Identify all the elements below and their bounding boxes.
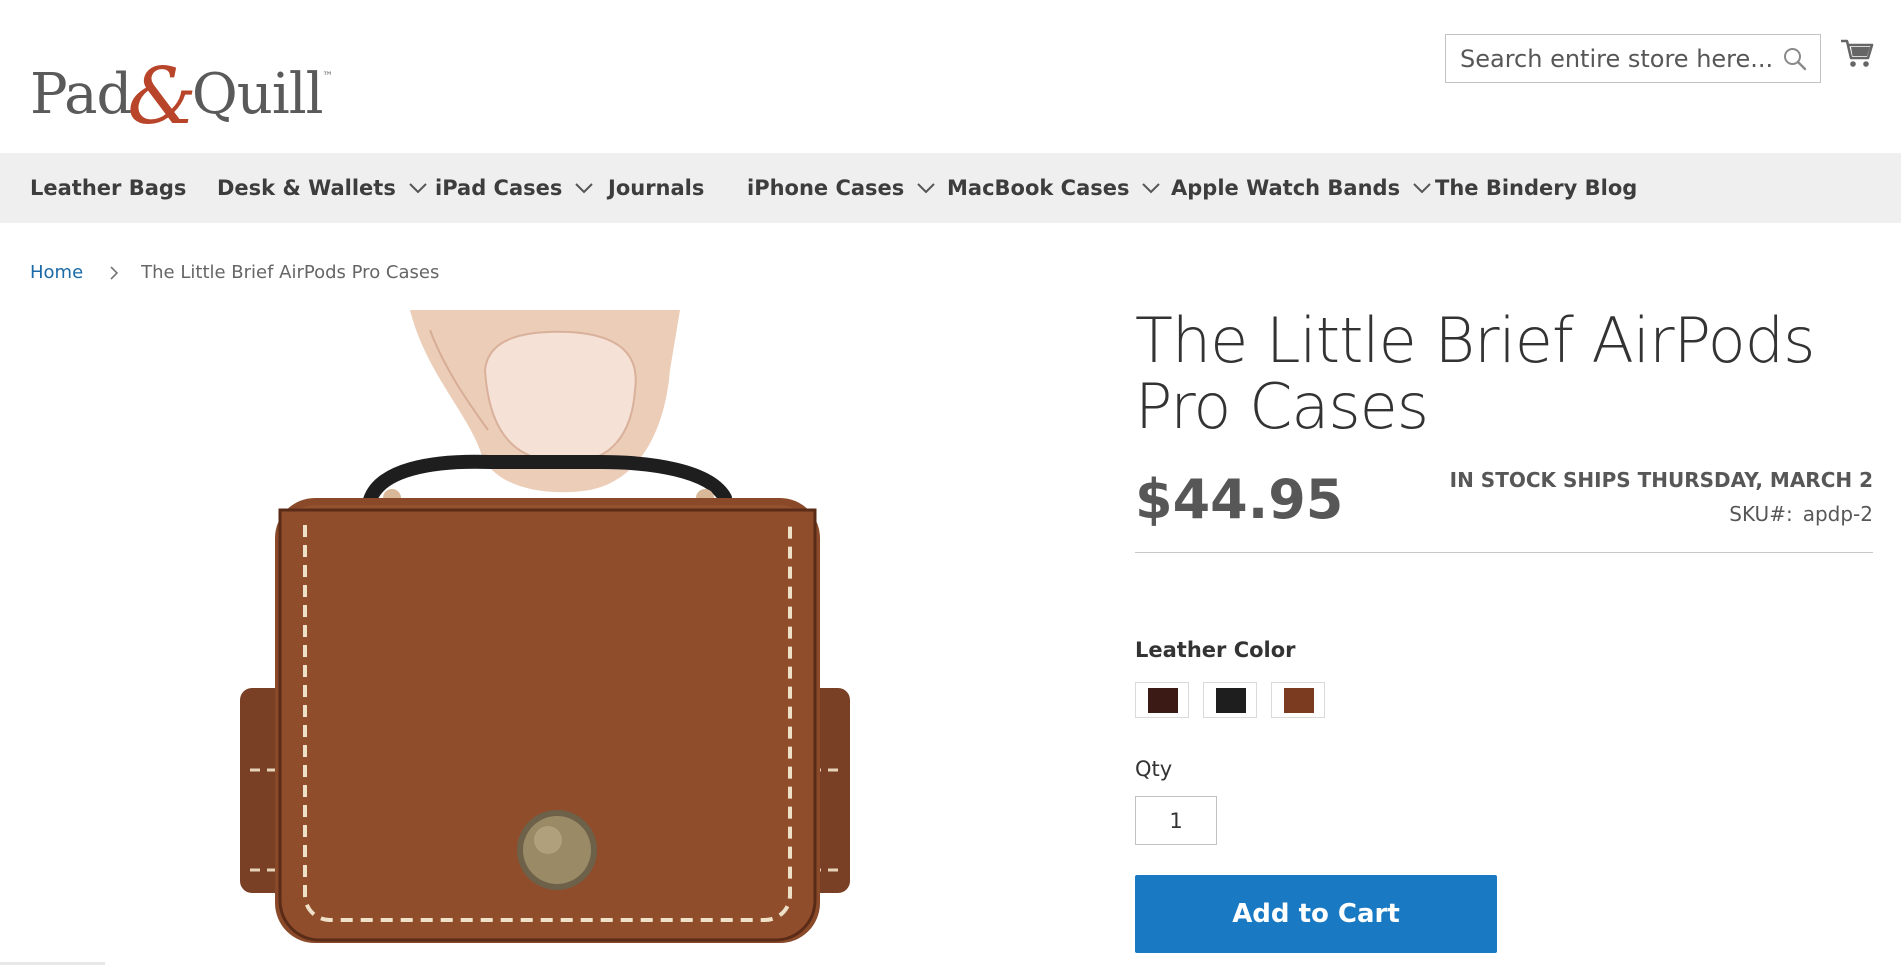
search-box	[1445, 34, 1821, 83]
search-input[interactable]	[1446, 35, 1776, 82]
site-header: Pad&Quill™	[0, 0, 1901, 153]
nav-item-ipad-cases[interactable]: iPad Cases	[435, 153, 594, 223]
nav-item-label: MacBook Cases	[947, 176, 1130, 200]
nav-item-label: Journals	[608, 176, 705, 200]
color-swatch-chocolate[interactable]	[1135, 682, 1189, 718]
breadcrumb: Home The Little Brief AirPods Pro Cases	[30, 262, 439, 283]
chevron-down-icon	[409, 183, 427, 194]
product-price: $44.95	[1135, 468, 1344, 531]
add-to-cart-button[interactable]: Add to Cart	[1135, 875, 1497, 953]
pad-quill-logo[interactable]: Pad&Quill™	[30, 20, 333, 142]
nav-item-label: Leather Bags	[30, 176, 187, 200]
nav-item-iphone-cases[interactable]: iPhone Cases	[747, 153, 936, 223]
qty-input[interactable]	[1135, 796, 1217, 845]
qty-label: Qty	[1135, 757, 1173, 781]
logo-trademark: ™	[322, 71, 333, 82]
logo-wordmark: Pad&Quill™	[30, 42, 333, 142]
chevron-right-icon	[110, 265, 119, 280]
chevron-down-icon	[575, 183, 594, 194]
logo-word-quill: Quill	[191, 62, 324, 127]
swatch-color	[1216, 688, 1246, 713]
chevron-down-icon	[917, 183, 936, 194]
nav-item-label: iPhone Cases	[747, 176, 905, 200]
sku-value: apdp-2	[1802, 502, 1873, 526]
stock-status: IN STOCK SHIPS THURSDAY, MARCH 2	[1449, 468, 1873, 492]
swatch-color	[1284, 688, 1314, 713]
color-swatch-saddle[interactable]	[1271, 682, 1325, 718]
nav-item-apple-watch-bands[interactable]: Apple Watch Bands	[1171, 153, 1432, 223]
breadcrumb-home-link[interactable]: Home	[30, 262, 83, 283]
chevron-down-icon	[1413, 183, 1431, 194]
search-icon[interactable]	[1782, 46, 1808, 72]
nav-item-leather-bags[interactable]: Leather Bags	[30, 153, 186, 223]
main-navigation: Leather Bags Desk & Wallets iPad Cases J…	[0, 153, 1901, 223]
product-image[interactable]	[170, 310, 870, 965]
nav-item-desk-wallets[interactable]: Desk & Wallets	[217, 153, 428, 223]
chevron-down-icon	[1142, 183, 1161, 194]
leather-color-label: Leather Color	[1135, 638, 1296, 662]
breadcrumb-current: The Little Brief AirPods Pro Cases	[141, 262, 440, 283]
nav-item-macbook-cases[interactable]: MacBook Cases	[947, 153, 1161, 223]
nav-item-label: The Bindery Blog	[1435, 176, 1638, 200]
product-title: The Little Brief AirPods Pro Cases	[1135, 304, 1815, 443]
logo-ampersand: &	[127, 52, 196, 142]
product-sku: SKU#: apdp-2	[1729, 502, 1873, 526]
sku-label: SKU#:	[1729, 502, 1793, 526]
cart-icon[interactable]	[1840, 36, 1874, 70]
nav-item-journals[interactable]: Journals	[608, 153, 704, 223]
divider	[1135, 552, 1873, 553]
nav-item-label: Apple Watch Bands	[1171, 176, 1401, 200]
swatch-color	[1148, 688, 1178, 713]
nav-item-label: Desk & Wallets	[217, 176, 396, 200]
color-swatch-black[interactable]	[1203, 682, 1257, 718]
nav-item-bindery-blog[interactable]: The Bindery Blog	[1435, 153, 1637, 223]
logo-word-pad: Pad	[30, 62, 132, 127]
nav-item-label: iPad Cases	[435, 176, 563, 200]
